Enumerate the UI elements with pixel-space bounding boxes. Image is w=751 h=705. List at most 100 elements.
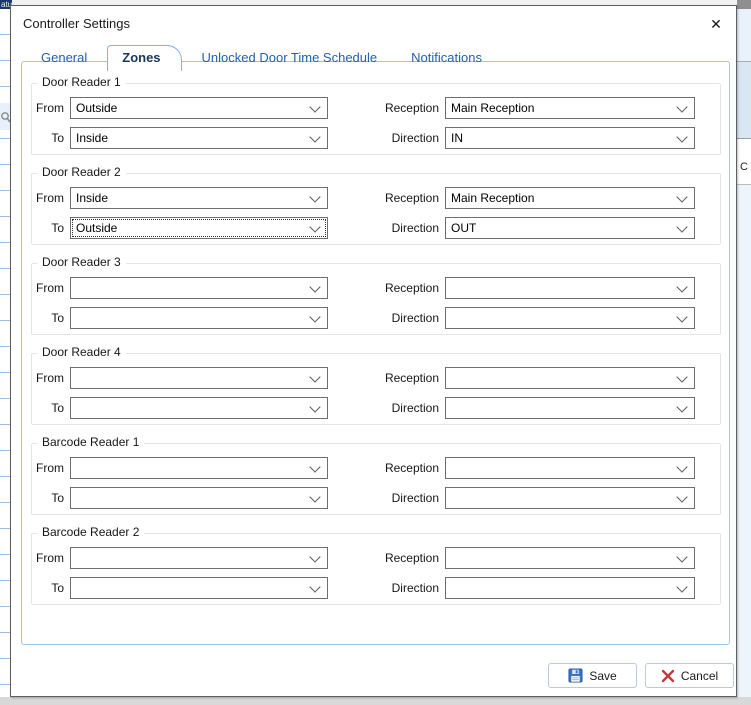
chevron-down-icon xyxy=(678,225,687,234)
red-x-icon xyxy=(661,669,675,682)
from-combobox[interactable] xyxy=(70,367,328,389)
reception-combobox[interactable] xyxy=(445,277,695,299)
reception-label: Reception xyxy=(384,551,439,565)
chevron-down-icon xyxy=(311,225,320,234)
to-combobox[interactable]: Inside xyxy=(70,127,328,149)
to-combobox[interactable] xyxy=(70,397,328,419)
direction-label: Direction xyxy=(391,311,439,325)
from-combobox[interactable]: Inside xyxy=(70,187,328,209)
direction-combobox[interactable]: IN xyxy=(445,127,695,149)
from-combobox[interactable]: Outside xyxy=(70,97,328,119)
direction-combobox[interactable] xyxy=(445,307,695,329)
group-door-reader-2: Door Reader 2 From Inside To Outside Rec… xyxy=(31,165,721,245)
chevron-down-icon xyxy=(678,495,687,504)
chevron-down-icon xyxy=(678,285,687,294)
group-door-reader-1: Door Reader 1 From Outside To Inside Rec… xyxy=(31,75,721,155)
group-door-reader-3: Door Reader 3 From To Reception Directio… xyxy=(31,255,721,335)
chevron-down-icon xyxy=(311,315,320,324)
chevron-down-icon xyxy=(678,465,687,474)
group-door-reader-4: Door Reader 4 From To Reception Directio… xyxy=(31,345,721,425)
to-combobox-focused[interactable]: Outside xyxy=(70,217,328,239)
direction-label: Direction xyxy=(391,401,439,415)
chevron-down-icon xyxy=(311,135,320,144)
chevron-down-icon xyxy=(311,405,320,414)
to-combobox[interactable] xyxy=(70,307,328,329)
to-label: To xyxy=(51,491,64,505)
direction-combobox[interactable] xyxy=(445,487,695,509)
from-combobox[interactable] xyxy=(70,277,328,299)
reception-label: Reception xyxy=(384,461,439,475)
chevron-down-icon xyxy=(311,555,320,564)
direction-combobox[interactable]: OUT xyxy=(445,217,695,239)
tab-notifications[interactable]: Notifications xyxy=(397,46,496,70)
background-desktop-strip xyxy=(0,697,751,705)
to-label: To xyxy=(51,311,64,325)
tab-general[interactable]: General xyxy=(27,46,101,70)
background-right-panel-b xyxy=(737,62,751,139)
chevron-down-icon xyxy=(311,375,320,384)
reception-label: Reception xyxy=(384,281,439,295)
group-title: Door Reader 3 xyxy=(37,255,126,269)
direction-combobox[interactable] xyxy=(445,577,695,599)
chevron-down-icon xyxy=(311,105,320,114)
save-button[interactable]: Save xyxy=(548,663,637,688)
to-label: To xyxy=(51,221,64,235)
reception-combobox[interactable] xyxy=(445,457,695,479)
from-label: From xyxy=(36,281,64,295)
tab-unlocked-door-time-schedule[interactable]: Unlocked Door Time Schedule xyxy=(188,46,392,70)
chevron-down-icon xyxy=(678,105,687,114)
chevron-down-icon xyxy=(678,195,687,204)
cancel-button-label: Cancel xyxy=(680,668,719,683)
background-right-panel-a xyxy=(737,9,751,62)
chevron-down-icon xyxy=(678,315,687,324)
reception-combobox[interactable]: Main Reception xyxy=(445,97,695,119)
to-label: To xyxy=(51,581,64,595)
from-label: From xyxy=(36,461,64,475)
from-label: From xyxy=(36,191,64,205)
to-label: To xyxy=(51,401,64,415)
chevron-down-icon xyxy=(311,585,320,594)
chevron-down-icon xyxy=(678,555,687,564)
group-title: Door Reader 1 xyxy=(37,75,126,89)
tab-zones[interactable]: Zones xyxy=(107,45,182,71)
to-combobox[interactable] xyxy=(70,577,328,599)
direction-label: Direction xyxy=(391,491,439,505)
chevron-down-icon xyxy=(678,405,687,414)
close-icon[interactable]: ✕ xyxy=(706,14,726,34)
background-window-right: C xyxy=(737,0,751,705)
from-label: From xyxy=(36,101,64,115)
background-right-header-fragment: C xyxy=(737,139,751,185)
to-label: To xyxy=(51,131,64,145)
group-title: Door Reader 4 xyxy=(37,345,126,359)
group-title: Door Reader 2 xyxy=(37,165,126,179)
from-label: From xyxy=(36,371,64,385)
direction-label: Direction xyxy=(391,221,439,235)
save-button-label: Save xyxy=(589,668,617,683)
group-title: Barcode Reader 2 xyxy=(37,525,145,539)
chevron-down-icon xyxy=(678,375,687,384)
from-label: From xyxy=(36,551,64,565)
group-barcode-reader-2: Barcode Reader 2 From To Reception Direc… xyxy=(31,525,721,605)
chevron-down-icon xyxy=(311,285,320,294)
tab-bar: General Zones Unlocked Door Time Schedul… xyxy=(27,45,502,71)
reception-combobox[interactable]: Main Reception xyxy=(445,187,695,209)
direction-label: Direction xyxy=(391,581,439,595)
direction-combobox[interactable] xyxy=(445,397,695,419)
reception-label: Reception xyxy=(384,371,439,385)
to-combobox[interactable] xyxy=(70,487,328,509)
from-combobox[interactable] xyxy=(70,457,328,479)
chevron-down-icon xyxy=(311,465,320,474)
group-barcode-reader-1: Barcode Reader 1 From To Reception Direc… xyxy=(31,435,721,515)
chevron-down-icon xyxy=(311,195,320,204)
from-combobox[interactable] xyxy=(70,547,328,569)
reception-label: Reception xyxy=(384,101,439,115)
reception-combobox[interactable] xyxy=(445,547,695,569)
cancel-button[interactable]: Cancel xyxy=(645,663,734,688)
controller-settings-dialog: Controller Settings ✕ General Zones Unlo… xyxy=(10,5,737,697)
chevron-down-icon xyxy=(311,495,320,504)
chevron-down-icon xyxy=(678,585,687,594)
dialog-title: Controller Settings xyxy=(23,16,130,31)
reception-combobox[interactable] xyxy=(445,367,695,389)
reception-label: Reception xyxy=(384,191,439,205)
background-right-titlebar-fragment xyxy=(737,0,751,9)
